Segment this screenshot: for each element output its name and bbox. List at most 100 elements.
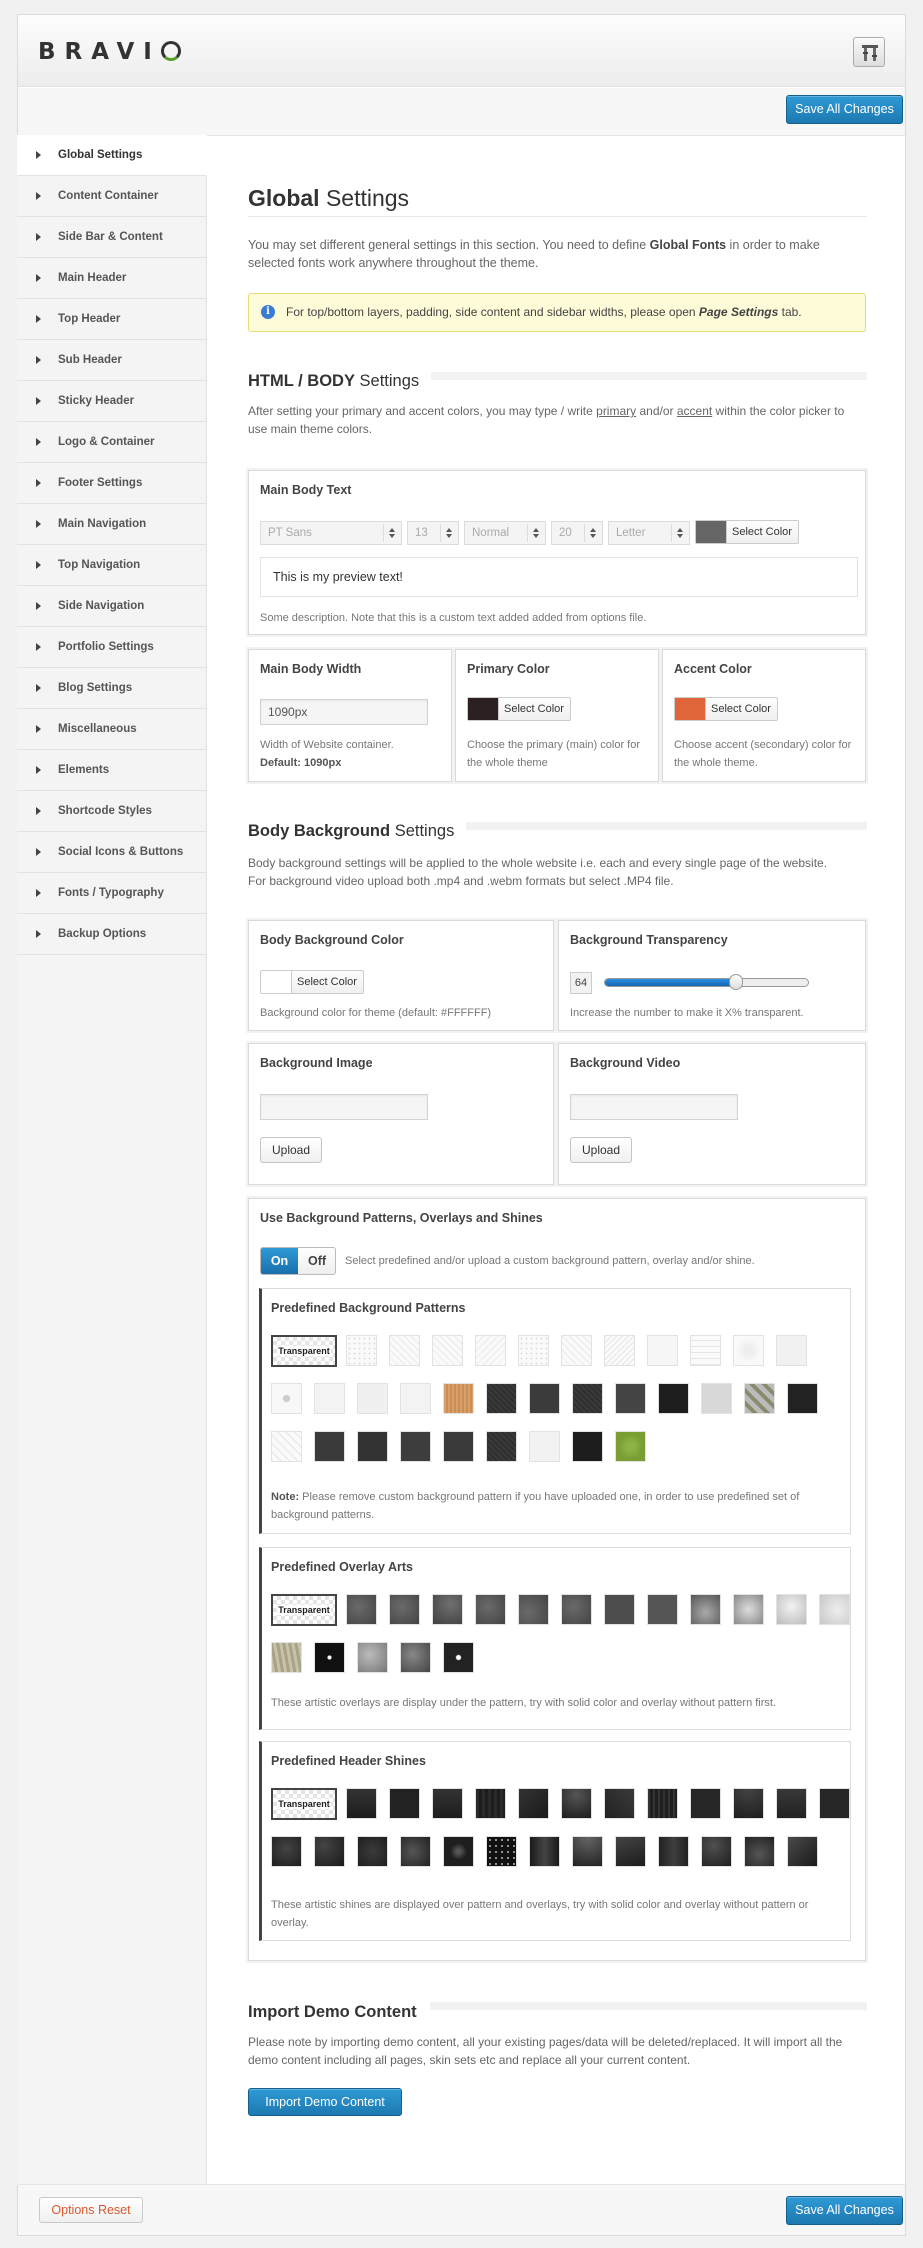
swatch-option[interactable] — [690, 1594, 721, 1625]
swatch-option[interactable] — [604, 1335, 635, 1366]
swatch-option[interactable] — [561, 1335, 592, 1366]
swatch-option[interactable] — [776, 1788, 807, 1819]
sidebar-item[interactable]: Footer Settings — [17, 463, 206, 504]
primary-color-picker[interactable]: Select Color — [467, 697, 571, 721]
swatch-option[interactable] — [819, 1788, 850, 1819]
swatch-option[interactable] — [529, 1431, 560, 1462]
swatch-option[interactable] — [647, 1594, 678, 1625]
font-weight-select[interactable]: Normal — [464, 521, 546, 545]
swatch-option[interactable] — [647, 1335, 678, 1366]
swatch-option[interactable] — [604, 1594, 635, 1625]
sidebar-item[interactable]: Sub Header — [17, 340, 206, 381]
swatch-option[interactable] — [604, 1788, 635, 1819]
swatch-option[interactable] — [346, 1335, 377, 1366]
patterns-toggle[interactable]: On Off — [260, 1247, 336, 1275]
swatch-option[interactable] — [658, 1383, 689, 1414]
swatch-option[interactable] — [271, 1383, 302, 1414]
swatch-option[interactable] — [475, 1594, 506, 1625]
swatch-option[interactable] — [389, 1594, 420, 1625]
line-height-select[interactable]: 20 — [551, 521, 603, 545]
transparent-option[interactable]: Transparent — [271, 1594, 337, 1626]
swatch-option[interactable] — [647, 1788, 678, 1819]
swatch-option[interactable] — [518, 1594, 549, 1625]
sidebar-item[interactable]: Backup Options — [17, 914, 206, 955]
swatch-option[interactable] — [389, 1788, 420, 1819]
options-reset-button[interactable]: Options Reset — [39, 2197, 143, 2223]
swatch-option[interactable] — [346, 1788, 377, 1819]
sidebar-item[interactable]: Top Navigation — [17, 545, 206, 586]
swatch-option[interactable] — [357, 1431, 388, 1462]
swatch-option[interactable] — [443, 1383, 474, 1414]
bg-image-upload-button[interactable]: Upload — [260, 1137, 322, 1163]
sidebar-item[interactable]: Blog Settings — [17, 668, 206, 709]
swatch-option[interactable] — [776, 1594, 807, 1625]
sidebar-item[interactable]: Miscellaneous — [17, 709, 206, 750]
swatch-option[interactable] — [615, 1431, 646, 1462]
sidebar-item[interactable]: Social Icons & Buttons — [17, 832, 206, 873]
transparent-option[interactable]: Transparent — [271, 1788, 337, 1820]
swatch-option[interactable] — [486, 1431, 517, 1462]
swatch-option[interactable] — [733, 1594, 764, 1625]
tools-icon[interactable] — [853, 37, 885, 67]
swatch-option[interactable] — [314, 1431, 345, 1462]
swatch-option[interactable] — [518, 1788, 549, 1819]
swatch-option[interactable] — [314, 1383, 345, 1414]
swatch-option[interactable] — [357, 1836, 388, 1867]
swatch-option[interactable] — [561, 1788, 592, 1819]
body-text-color-picker[interactable]: Select Color — [695, 520, 799, 544]
sidebar-item[interactable]: Content Container — [17, 176, 206, 217]
swatch-option[interactable] — [400, 1383, 431, 1414]
body-width-input[interactable]: 1090px — [260, 699, 428, 725]
swatch-option[interactable] — [572, 1431, 603, 1462]
bg-video-upload-button[interactable]: Upload — [570, 1137, 632, 1163]
swatch-option[interactable] — [271, 1642, 302, 1673]
toggle-off[interactable]: Off — [298, 1248, 335, 1274]
swatch-option[interactable] — [486, 1383, 517, 1414]
swatch-option[interactable] — [529, 1383, 560, 1414]
swatch-option[interactable] — [787, 1836, 818, 1867]
sidebar-item[interactable]: Side Navigation — [17, 586, 206, 627]
font-family-select[interactable]: PT Sans — [260, 521, 402, 545]
swatch-option[interactable] — [346, 1594, 377, 1625]
sidebar-item[interactable]: Shortcode Styles — [17, 791, 206, 832]
sidebar-item[interactable]: Global Settings — [17, 135, 207, 176]
save-all-changes-button[interactable]: Save All Changes — [786, 95, 903, 124]
swatch-option[interactable] — [744, 1383, 775, 1414]
swatch-option[interactable] — [733, 1788, 764, 1819]
swatch-option[interactable] — [314, 1642, 345, 1673]
slider-handle[interactable] — [729, 974, 744, 990]
swatch-option[interactable] — [432, 1594, 463, 1625]
swatch-option[interactable] — [529, 1836, 560, 1867]
swatch-option[interactable] — [314, 1836, 345, 1867]
swatch-option[interactable] — [561, 1594, 592, 1625]
swatch-option[interactable] — [400, 1642, 431, 1673]
swatch-option[interactable] — [475, 1788, 506, 1819]
sidebar-item[interactable]: Logo & Container — [17, 422, 206, 463]
transparency-value[interactable]: 64 — [570, 972, 592, 994]
text-transform-select[interactable]: Letter — [608, 521, 690, 545]
bg-video-input[interactable] — [570, 1094, 738, 1120]
swatch-option[interactable] — [701, 1836, 732, 1867]
swatch-option[interactable] — [443, 1431, 474, 1462]
swatch-option[interactable] — [443, 1836, 474, 1867]
transparency-slider[interactable] — [604, 974, 809, 990]
sidebar-item[interactable]: Elements — [17, 750, 206, 791]
swatch-option[interactable] — [701, 1383, 732, 1414]
swatch-option[interactable] — [400, 1836, 431, 1867]
swatch-option[interactable] — [357, 1383, 388, 1414]
swatch-option[interactable] — [615, 1383, 646, 1414]
swatch-option[interactable] — [271, 1836, 302, 1867]
swatch-option[interactable] — [787, 1383, 818, 1414]
sidebar-item[interactable]: Sticky Header — [17, 381, 206, 422]
swatch-option[interactable] — [690, 1335, 721, 1366]
sidebar-item[interactable]: Side Bar & Content — [17, 217, 206, 258]
swatch-option[interactable] — [432, 1788, 463, 1819]
swatch-option[interactable] — [733, 1335, 764, 1366]
swatch-option[interactable] — [432, 1335, 463, 1366]
swatch-option[interactable] — [615, 1836, 646, 1867]
sidebar-item[interactable]: Top Header — [17, 299, 206, 340]
toggle-on[interactable]: On — [261, 1248, 298, 1274]
swatch-option[interactable] — [744, 1836, 775, 1867]
sidebar-item[interactable]: Portfolio Settings — [17, 627, 206, 668]
import-demo-button[interactable]: Import Demo Content — [248, 2088, 402, 2116]
